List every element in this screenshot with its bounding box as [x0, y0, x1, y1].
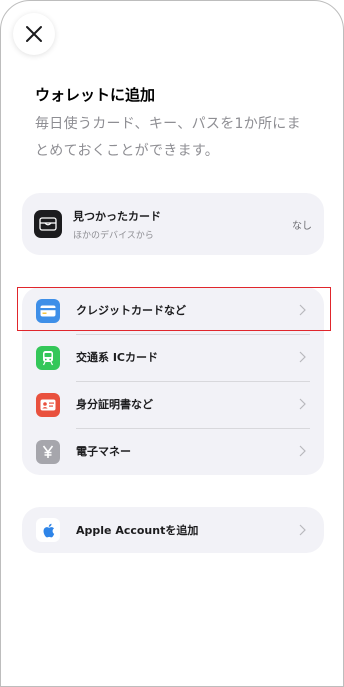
page-title: ウォレットに追加: [35, 86, 156, 104]
chevron-right-icon: [299, 445, 306, 457]
yen-icon: [36, 440, 60, 464]
apple-account-label: Apple Accountを追加: [76, 524, 199, 537]
apple-logo-icon: [36, 518, 60, 542]
chevron-right-icon: [299, 398, 306, 410]
card-type-item-id[interactable]: 身分証明書など: [22, 381, 324, 428]
page-subtitle: 毎日使うカード、キー、パスを1か所にまとめておくことができます。: [35, 116, 301, 159]
chevron-right-icon: [299, 351, 306, 363]
close-icon: [26, 26, 42, 42]
card-type-label: 電子マネー: [76, 445, 131, 458]
wallet-add-sheet: ウォレットに追加 毎日使うカード、キー、パスを1か所にまとめておくことができます…: [0, 0, 344, 687]
apple-account-row[interactable]: Apple Accountを追加: [22, 507, 324, 553]
found-cards-subtitle: ほかのデバイスから: [73, 231, 154, 241]
id-card-icon: [36, 393, 60, 417]
close-button[interactable]: [13, 13, 55, 55]
train-icon: [36, 346, 60, 370]
chevron-right-icon: [299, 524, 306, 536]
wallet-icon: [34, 210, 62, 238]
card-type-label: 身分証明書など: [76, 398, 153, 411]
found-cards-title: 見つかったカード: [73, 210, 161, 223]
found-cards-status: なし: [292, 221, 312, 232]
card-type-item-emoney[interactable]: 電子マネー: [22, 428, 324, 475]
found-cards-row[interactable]: 見つかったカード ほかのデバイスから なし: [22, 193, 324, 255]
selection-highlight: [17, 287, 331, 331]
card-type-item-transit[interactable]: 交通系 ICカード: [22, 334, 324, 381]
card-type-label: 交通系 ICカード: [76, 351, 158, 364]
